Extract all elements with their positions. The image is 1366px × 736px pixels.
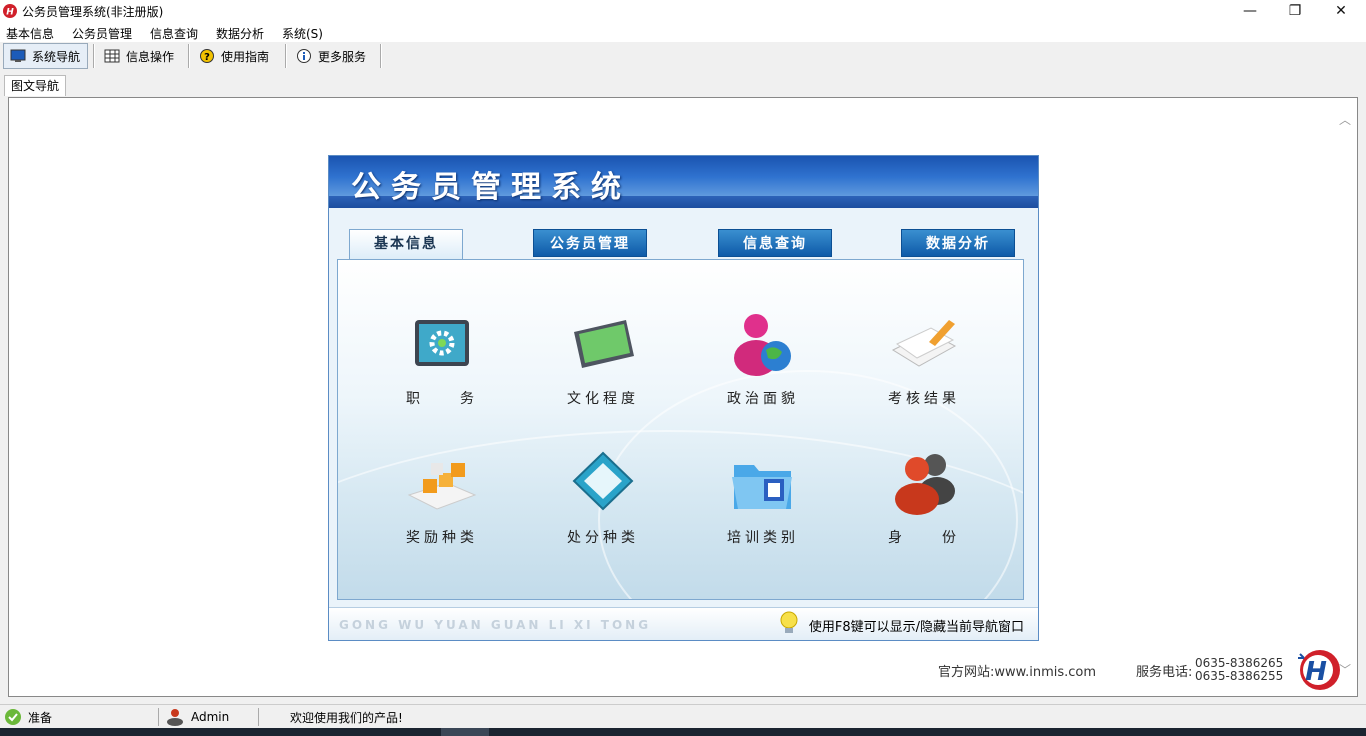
item-political[interactable]: 政治面貌 bbox=[693, 310, 833, 420]
item-assessment[interactable]: 考核结果 bbox=[854, 310, 994, 420]
company-logo-icon: H bbox=[1298, 650, 1340, 690]
user-guide-label: 使用指南 bbox=[221, 49, 270, 64]
gear-screen-icon bbox=[415, 320, 469, 366]
taskbar bbox=[0, 728, 1366, 736]
footer-tip: 使用F8键可以显示/隐藏当前导航窗口 bbox=[808, 620, 1024, 635]
tab-info-query[interactable]: 信息查询 bbox=[718, 229, 832, 257]
status-bar: 准备 Admin 欢迎使用我们的产品! bbox=[0, 704, 1366, 728]
item-political-label: 政治面貌 bbox=[727, 391, 799, 407]
panel-header: 公务员管理系统 bbox=[329, 156, 1038, 208]
svg-text:H: H bbox=[6, 8, 14, 18]
people-globe-icon bbox=[734, 314, 791, 376]
app-logo-icon: H bbox=[3, 4, 17, 18]
folder-icon bbox=[732, 465, 792, 509]
grid-icon bbox=[104, 49, 120, 63]
close-button[interactable]: ✕ bbox=[1318, 0, 1364, 22]
status-divider bbox=[258, 708, 259, 726]
user-icon bbox=[167, 709, 183, 726]
info-operation-label: 信息操作 bbox=[126, 49, 175, 64]
minimize-button[interactable]: — bbox=[1227, 0, 1273, 22]
toolbar-divider bbox=[285, 44, 286, 68]
info-icon bbox=[297, 49, 311, 63]
panel-footer: GONG WU YUAN GUAN LI XI TONG 使用F8键可以显示/隐… bbox=[329, 607, 1038, 640]
blocks-icon bbox=[407, 463, 477, 510]
svg-text:?: ? bbox=[204, 52, 210, 63]
item-position-label: 职 务 bbox=[406, 391, 478, 407]
ready-icon bbox=[5, 709, 21, 725]
menu-bar: 基本信息 公务员管理 信息查询 数据分析 系统(S) bbox=[0, 22, 1366, 42]
more-services-label: 更多服务 bbox=[318, 49, 367, 64]
phone-numbers: 0635-8386265 0635-8386255 bbox=[1195, 657, 1283, 683]
item-punishment[interactable]: 处分种类 bbox=[533, 449, 673, 559]
lightbulb-icon bbox=[780, 611, 798, 633]
nav-panel: 公务员管理系统 基本信息 公务员管理 信息查询 数据分析 职 务 文化程度 政治… bbox=[328, 155, 1039, 641]
tab-graphic-nav[interactable]: 图文导航 bbox=[4, 75, 66, 96]
phone-number-2: 0635-8386255 bbox=[1195, 669, 1284, 683]
status-user-text: Admin bbox=[191, 710, 230, 724]
window-title: 公务员管理系统(非注册版) bbox=[22, 5, 164, 19]
status-welcome-text: 欢迎使用我们的产品! bbox=[290, 710, 403, 725]
menu-system[interactable]: 系统(S) bbox=[282, 25, 323, 42]
item-training[interactable]: 培训类别 bbox=[693, 449, 833, 559]
documents-pen-icon bbox=[891, 320, 957, 367]
scroll-up-icon[interactable]: ︿ bbox=[1339, 114, 1351, 126]
item-reward-label: 奖励种类 bbox=[406, 530, 478, 546]
item-identity-label: 身 份 bbox=[888, 530, 960, 546]
more-services-button[interactable]: 更多服务 bbox=[290, 43, 376, 69]
help-icon: ? bbox=[200, 49, 214, 63]
monitor-icon bbox=[10, 49, 26, 62]
user-guide-button[interactable]: ? 使用指南 bbox=[193, 43, 281, 69]
tablet-icon bbox=[574, 320, 634, 368]
menu-civil-servant[interactable]: 公务员管理 bbox=[72, 25, 132, 42]
taskbar-item[interactable] bbox=[441, 728, 489, 736]
footer-pinyin: GONG WU YUAN GUAN LI XI TONG bbox=[339, 618, 652, 632]
users-icon bbox=[895, 454, 955, 515]
menu-info-query[interactable]: 信息查询 bbox=[150, 25, 198, 42]
menu-basic-info[interactable]: 基本信息 bbox=[6, 25, 54, 42]
icon-grid: 职 务 文化程度 政治面貌 考核结果 奖励种类 处分种类 培训类别 身 份 bbox=[337, 259, 1024, 600]
svg-text:H: H bbox=[1305, 657, 1327, 687]
tab-basic-info[interactable]: 基本信息 bbox=[349, 229, 463, 260]
toolbar-divider bbox=[380, 44, 381, 68]
system-nav-button[interactable]: 系统导航 bbox=[3, 43, 88, 69]
status-divider bbox=[158, 708, 159, 726]
item-identity[interactable]: 身 份 bbox=[854, 449, 994, 559]
restore-button[interactable]: ❐ bbox=[1272, 0, 1318, 22]
diamond-frame-icon bbox=[572, 451, 634, 511]
item-position[interactable]: 职 务 bbox=[372, 310, 512, 420]
item-punishment-label: 处分种类 bbox=[567, 530, 639, 546]
status-ready-text: 准备 bbox=[28, 710, 53, 725]
panel-title: 公务员管理系统 bbox=[351, 170, 631, 205]
info-operation-button[interactable]: 信息操作 bbox=[98, 43, 184, 69]
title-bar: H 公务员管理系统(非注册版) — ❐ ✕ bbox=[0, 0, 1366, 22]
system-nav-label: 系统导航 bbox=[32, 49, 81, 64]
toolbar-divider bbox=[93, 44, 94, 68]
item-education[interactable]: 文化程度 bbox=[533, 310, 673, 420]
website-text: 官方网站:www.inmis.com bbox=[938, 665, 1097, 680]
status-user: Admin bbox=[165, 705, 229, 729]
menu-data-analysis[interactable]: 数据分析 bbox=[216, 25, 264, 42]
phone-label: 服务电话: bbox=[1136, 665, 1193, 680]
item-training-label: 培训类别 bbox=[727, 530, 799, 546]
tab-civil-servant[interactable]: 公务员管理 bbox=[533, 229, 647, 257]
tab-strip: 图文导航 bbox=[0, 70, 1366, 96]
status-welcome: 欢迎使用我们的产品! bbox=[290, 705, 403, 729]
item-reward[interactable]: 奖励种类 bbox=[372, 449, 512, 559]
tab-data-analysis[interactable]: 数据分析 bbox=[901, 229, 1015, 257]
content-area: ︿ ﹀ 公务员管理系统 基本信息 公务员管理 信息查询 数据分析 职 务 文化程… bbox=[8, 97, 1358, 697]
item-education-label: 文化程度 bbox=[567, 391, 639, 407]
status-ready: 准备 bbox=[4, 705, 52, 729]
toolbar-divider bbox=[188, 44, 189, 68]
toolbar: 系统导航 信息操作 ? 使用指南 更多服务 bbox=[0, 42, 1366, 70]
item-assessment-label: 考核结果 bbox=[888, 391, 960, 407]
